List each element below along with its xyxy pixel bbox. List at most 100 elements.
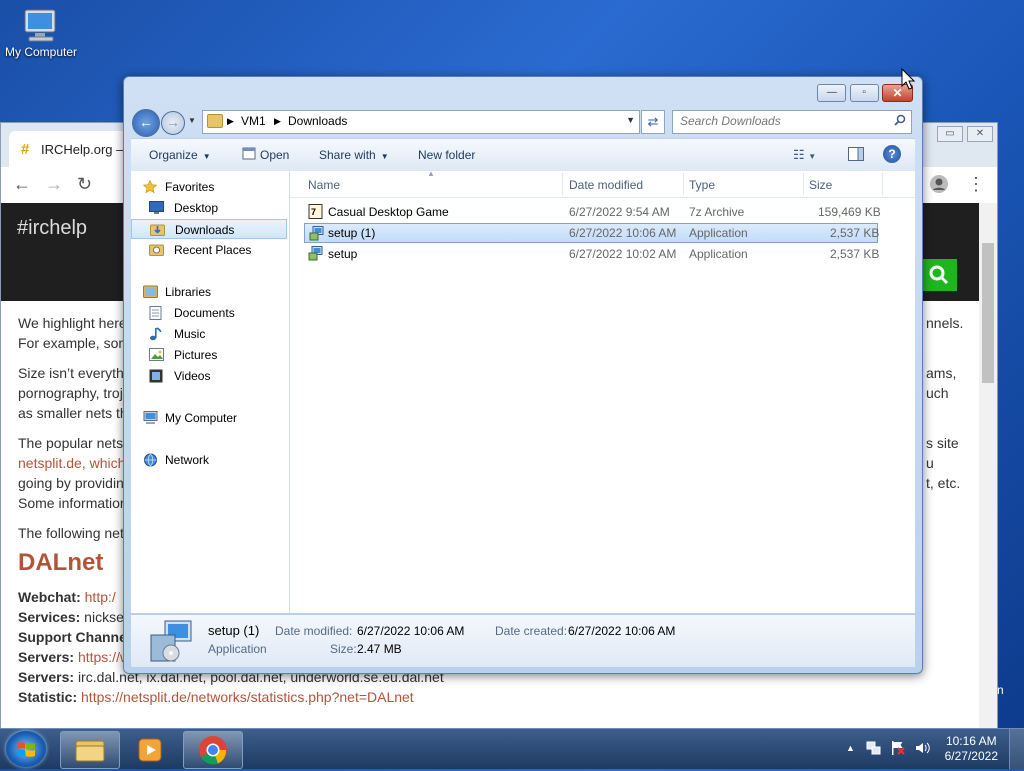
tray-expand-icon[interactable]: ▲ bbox=[846, 743, 855, 753]
file-row-setup[interactable]: setup 6/27/2022 10:02 AM Application 2,5… bbox=[304, 244, 879, 264]
minimize-button[interactable]: — bbox=[817, 84, 847, 102]
breadcrumb-vm1[interactable]: VM1 bbox=[241, 114, 266, 128]
details-pane: setup (1) Application Date modified: 6/2… bbox=[131, 614, 915, 667]
nav-libraries[interactable]: Libraries bbox=[131, 282, 287, 302]
desktop-icon bbox=[149, 201, 164, 214]
details-kind: Application bbox=[208, 642, 267, 656]
statistic-link[interactable]: https://netsplit.de/networks/statistics.… bbox=[81, 689, 414, 705]
new-folder-button[interactable]: New folder bbox=[418, 148, 475, 162]
forward-button[interactable]: → bbox=[161, 111, 185, 135]
site-search-button[interactable] bbox=[921, 259, 957, 291]
taskbar-explorer-button[interactable] bbox=[60, 731, 120, 769]
netsplit-link[interactable]: netsplit.de, which bbox=[18, 455, 125, 471]
windows-logo-icon bbox=[17, 742, 35, 757]
recent-places-icon bbox=[149, 243, 164, 256]
desktop-icon-my-computer[interactable]: My Computer bbox=[2, 8, 80, 59]
volume-icon[interactable] bbox=[914, 740, 930, 759]
details-size-value: 2.47 MB bbox=[357, 642, 402, 656]
nav-my-computer[interactable]: My Computer bbox=[131, 408, 287, 428]
file-date: 6/27/2022 10:06 AM bbox=[569, 226, 677, 240]
breadcrumb-downloads[interactable]: Downloads bbox=[288, 114, 347, 128]
column-size[interactable]: Size bbox=[809, 178, 832, 192]
search-input[interactable]: Search Downloads bbox=[672, 110, 912, 134]
nav-network[interactable]: Network bbox=[131, 450, 287, 470]
browser-forward-icon[interactable]: → bbox=[45, 174, 63, 195]
address-dropdown-icon[interactable]: ▼ bbox=[626, 115, 635, 125]
open-button[interactable]: Open bbox=[260, 148, 289, 162]
system-clock[interactable]: 10:16 AM 6/27/2022 bbox=[945, 734, 998, 764]
webchat-link[interactable]: http:/ bbox=[85, 589, 116, 605]
breadcrumb-arrow-icon[interactable]: ▶ bbox=[227, 116, 234, 127]
column-headers: ▲ Name Date modified Type Size bbox=[290, 169, 915, 198]
network-tray-icon[interactable] bbox=[866, 740, 882, 759]
nav-documents[interactable]: Documents bbox=[131, 303, 287, 323]
taskbar: ▲ 10:16 AM 6/27/2022 bbox=[0, 728, 1024, 769]
open-icon bbox=[242, 147, 256, 163]
browser-reload-icon[interactable]: ↻ bbox=[77, 174, 92, 195]
browser-menu-icon[interactable]: ⋮ bbox=[967, 174, 985, 195]
browser-restore-button[interactable]: ▭ bbox=[937, 126, 963, 142]
taskbar-chrome-button[interactable] bbox=[183, 731, 243, 769]
nav-recent-places[interactable]: Recent Places bbox=[131, 240, 287, 260]
details-modified-label: Date modified: bbox=[275, 624, 353, 638]
change-view-icon[interactable]: ☷ ▼ bbox=[793, 147, 816, 163]
nav-pictures[interactable]: Pictures bbox=[131, 345, 287, 365]
file-size: 159,469 KB bbox=[818, 205, 881, 219]
scrollbar-thumb[interactable] bbox=[982, 243, 994, 383]
file-row-casual-desktop-game[interactable]: 7 Casual Desktop Game 6/27/2022 9:54 AM … bbox=[304, 202, 881, 222]
file-row-setup-1[interactable]: setup (1) 6/27/2022 10:06 AM Application… bbox=[304, 223, 880, 243]
nav-desktop[interactable]: Desktop bbox=[131, 198, 287, 218]
taskbar-media-player-button[interactable] bbox=[122, 731, 182, 769]
column-divider[interactable] bbox=[562, 173, 563, 195]
profile-icon[interactable] bbox=[929, 174, 949, 199]
nav-favorites[interactable]: Favorites bbox=[131, 177, 287, 197]
preview-pane-icon[interactable] bbox=[848, 147, 864, 164]
details-created-label: Date created: bbox=[495, 624, 568, 638]
computer-icon bbox=[143, 411, 158, 424]
browser-close-button[interactable]: ✕ bbox=[967, 126, 993, 142]
column-type[interactable]: Type bbox=[689, 178, 715, 192]
nav-music[interactable]: Music bbox=[131, 324, 287, 344]
file-size: 2,537 KB bbox=[830, 226, 880, 240]
nav-downloads[interactable]: Downloads bbox=[131, 219, 287, 239]
show-desktop-button[interactable] bbox=[1009, 729, 1024, 769]
network-icon bbox=[143, 453, 157, 467]
file-list: ▲ Name Date modified Type Size 7 Casual … bbox=[290, 169, 915, 613]
column-divider[interactable] bbox=[882, 173, 883, 195]
address-row: ← → ▼ ▶ VM1 ▶ Downloads ▼ ⇄ Search Downl… bbox=[131, 107, 915, 137]
column-name[interactable]: Name bbox=[308, 178, 340, 192]
caption-buttons: — ▫ ✕ bbox=[817, 84, 913, 102]
maximize-button[interactable]: ▫ bbox=[849, 84, 879, 102]
computer-icon bbox=[21, 8, 61, 42]
pictures-icon bbox=[149, 348, 164, 361]
chrome-icon bbox=[199, 736, 227, 765]
details-modified-value: 6/27/2022 10:06 AM bbox=[357, 624, 465, 638]
history-dropdown-icon[interactable]: ▼ bbox=[188, 116, 196, 125]
search-icon[interactable] bbox=[894, 114, 906, 129]
file-type: Application bbox=[689, 226, 748, 240]
back-button[interactable]: ← bbox=[132, 109, 160, 137]
browser-back-icon[interactable]: ← bbox=[13, 174, 31, 195]
nav-videos[interactable]: Videos bbox=[131, 366, 287, 386]
star-icon bbox=[142, 179, 158, 194]
site-favicon: # bbox=[21, 141, 30, 158]
column-divider[interactable] bbox=[803, 173, 804, 195]
libraries-icon bbox=[143, 285, 158, 298]
action-center-flag-icon[interactable] bbox=[890, 740, 906, 759]
clock-date: 6/27/2022 bbox=[944, 749, 998, 763]
installer-large-icon bbox=[149, 619, 193, 663]
refresh-button[interactable]: ⇄ bbox=[641, 110, 665, 134]
address-bar[interactable]: ▶ VM1 ▶ Downloads ▼ bbox=[202, 110, 640, 134]
sort-arrow-icon: ▲ bbox=[427, 169, 435, 178]
column-date-modified[interactable]: Date modified bbox=[569, 178, 643, 192]
breadcrumb-arrow-icon[interactable]: ▶ bbox=[274, 116, 281, 127]
start-button[interactable] bbox=[6, 731, 46, 767]
column-divider[interactable] bbox=[683, 173, 684, 195]
help-icon[interactable]: ? bbox=[883, 145, 901, 163]
browser-tab[interactable]: # IRCHelp.org — bbox=[9, 131, 129, 167]
share-with-menu[interactable]: Share with ▼ bbox=[319, 148, 389, 162]
organize-menu[interactable]: Organize ▼ bbox=[149, 148, 211, 162]
site-brand[interactable]: #irchelp bbox=[17, 217, 87, 240]
browser-scrollbar[interactable] bbox=[979, 203, 997, 729]
file-name: Casual Desktop Game bbox=[328, 205, 449, 219]
